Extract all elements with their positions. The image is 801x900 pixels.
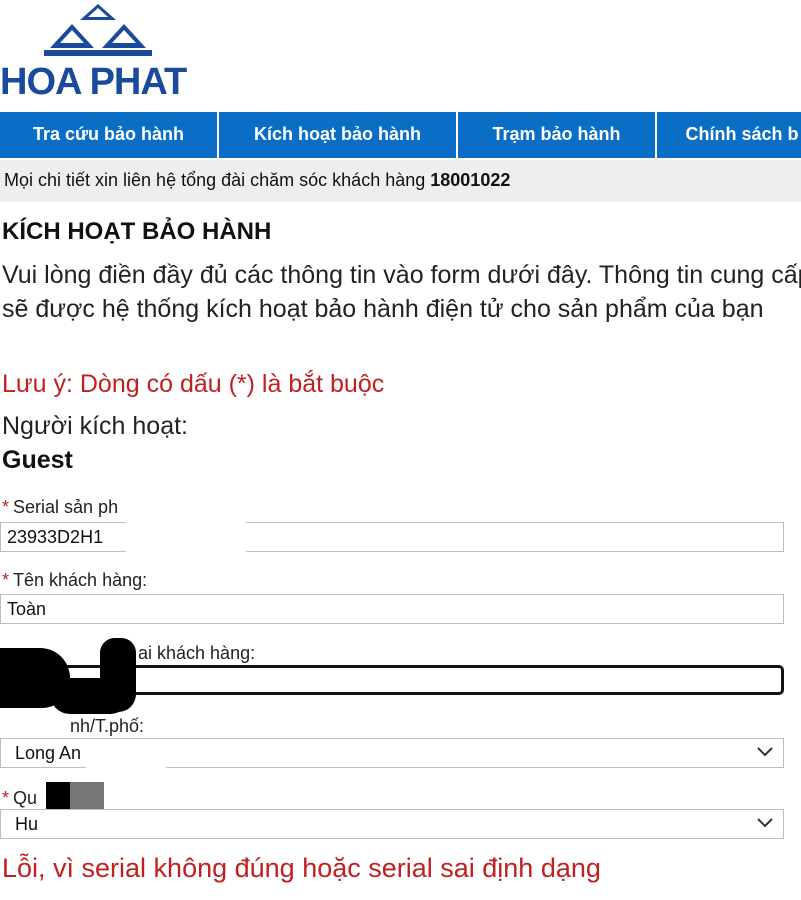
province-value: Long An — [15, 743, 82, 763]
customer-name-label-text: Tên khách hàng: — [13, 570, 148, 590]
required-star: * — [2, 497, 10, 517]
redaction-mask — [46, 810, 122, 838]
hoa-phat-logo[interactable]: HOA PHAT — [0, 0, 200, 110]
required-star: * — [2, 788, 10, 808]
hotline-number[interactable]: 18001022 — [430, 170, 510, 190]
customer-name-input[interactable]: Toàn — [0, 594, 784, 624]
redaction-blob — [70, 782, 104, 812]
customer-name-label: * Tên khách hàng: — [2, 570, 147, 591]
phone-label: ai khách hàng: — [138, 643, 255, 664]
redaction-blob — [50, 678, 130, 714]
serial-input[interactable]: 23933D2H1 — [0, 522, 784, 552]
chevron-down-icon — [757, 747, 773, 757]
customer-name-value: Toàn — [7, 599, 47, 619]
district-label-text: Qu — [13, 788, 38, 808]
province-label-text: nh/T.phố: — [70, 716, 145, 736]
district-label: * Qu — [2, 788, 37, 809]
redaction-mask — [126, 496, 246, 554]
brand-name: HOA PHAT — [0, 61, 187, 103]
phone-label-text: ai khách hàng: — [138, 643, 256, 663]
hotline-bar: Mọi chi tiết xin liên hệ tổng đài chăm s… — [0, 160, 801, 202]
required-note: Lưu ý: Dòng có dấu (*) là bắt buộc — [2, 370, 385, 398]
redaction-blob — [46, 782, 70, 812]
nav-tra-cuu-bao-hanh[interactable]: Tra cứu bảo hành — [0, 112, 219, 158]
error-message: Lỗi, vì serial không đúng hoặc serial sa… — [2, 853, 601, 883]
district-value: Hu — [15, 814, 39, 834]
redaction-mask — [0, 712, 60, 730]
intro-text: Vui lòng điền đầy đủ các thông tin vào f… — [2, 261, 801, 323]
chevron-down-icon — [757, 818, 773, 828]
serial-label-text: Serial sản ph — [13, 497, 119, 517]
serial-value: 23933D2H1 — [7, 527, 104, 547]
activator-name: Guest — [2, 446, 73, 474]
main-nav: Tra cứu bảo hành Kích hoạt bảo hành Trạm… — [0, 112, 801, 158]
nav-kich-hoat-bao-hanh[interactable]: Kích hoạt bảo hành — [219, 112, 458, 158]
triple-roof-logo-icon — [44, 4, 152, 56]
hotline-text: Mọi chi tiết xin liên hệ tổng đài chăm s… — [4, 170, 426, 190]
activator-label: Người kích hoạt: — [2, 412, 188, 440]
province-label: nh/T.phố: — [70, 716, 144, 737]
nav-chinh-sach[interactable]: Chính sách b — [657, 112, 801, 158]
serial-label: * Serial sản ph — [2, 497, 118, 518]
page-title: KÍCH HOẠT BẢO HÀNH — [2, 218, 272, 245]
required-star: * — [2, 570, 10, 590]
redaction-mask — [108, 780, 178, 812]
nav-tram-bao-hanh[interactable]: Trạm bảo hành — [458, 112, 657, 158]
